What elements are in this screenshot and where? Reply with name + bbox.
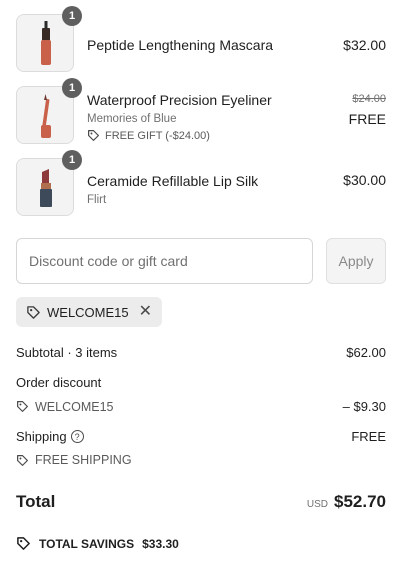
tag-icon	[17, 454, 28, 466]
product-thumbnail: 1	[16, 78, 82, 144]
total-savings-row: TOTAL SAVINGS $33.30	[16, 536, 179, 551]
currency-code: USD	[306, 499, 328, 510]
help-icon[interactable]: ?	[70, 430, 84, 443]
tag-icon	[88, 130, 99, 141]
item-title: Peptide Lengthening Mascara	[87, 37, 274, 53]
shipping-code-text: FREE SHIPPING	[35, 453, 132, 467]
order-discount-code-text: WELCOME15	[35, 399, 114, 414]
subtotal-row: Subtotal · 3 items $62.00	[16, 345, 386, 360]
apply-discount-button[interactable]: Apply	[326, 238, 386, 284]
order-discount-code-row: WELCOME15 – $9.30	[16, 399, 386, 414]
product-thumbnail: 1	[16, 150, 82, 216]
total-row: Total USD $52.70	[16, 492, 386, 512]
tag-icon	[17, 537, 30, 550]
tag-icon	[27, 305, 40, 319]
original-price: $24.00	[352, 93, 386, 105]
shipping-value: FREE	[351, 429, 386, 444]
shipping-row: Shipping ? FREE	[16, 429, 386, 444]
order-discount-value: – $9.30	[342, 399, 386, 414]
free-gift-label: FREE GIFT (-$24.00)	[87, 129, 307, 142]
item-variant: Memories of Blue	[87, 113, 177, 125]
shipping-label: Shipping	[16, 429, 67, 444]
shipping-code-row: FREE SHIPPING	[16, 453, 386, 467]
applied-code-text: WELCOME15	[47, 304, 129, 320]
item-price: FREE	[348, 111, 386, 127]
savings-label: TOTAL SAVINGS	[39, 536, 135, 551]
order-discount-label: Order discount	[16, 375, 102, 390]
item-title: Ceramide Refillable Lip Silk	[87, 173, 259, 189]
order-discount-code: WELCOME15	[16, 400, 114, 414]
remove-code-icon[interactable]: ✕	[139, 304, 152, 320]
quantity-badge: 1	[62, 6, 82, 26]
item-title: Waterproof Precision Eyeliner	[87, 92, 272, 108]
shipping-code: FREE SHIPPING	[16, 453, 132, 467]
order-discount-row: Order discount	[16, 375, 386, 390]
total-amount: USD $52.70	[307, 492, 386, 512]
item-variant: Flirt	[87, 194, 107, 206]
total-label: Total	[16, 492, 56, 511]
gift-label-text: FREE GIFT (-$24.00)	[105, 129, 210, 142]
product-thumbnail: 1	[16, 6, 82, 72]
savings-value: $33.30	[142, 536, 179, 551]
applied-code-chip: WELCOME15 ✕	[16, 297, 163, 327]
subtotal-value: $62.00	[346, 345, 386, 360]
total-value: $52.70	[334, 492, 386, 511]
subtotal-label: Subtotal · 3 items	[16, 345, 118, 360]
tag-icon	[17, 401, 28, 412]
quantity-badge: 1	[62, 150, 82, 170]
item-price: $32.00	[343, 37, 386, 53]
item-price: $30.00	[343, 172, 386, 188]
quantity-badge: 1	[62, 78, 82, 98]
discount-code-input[interactable]	[16, 238, 313, 284]
